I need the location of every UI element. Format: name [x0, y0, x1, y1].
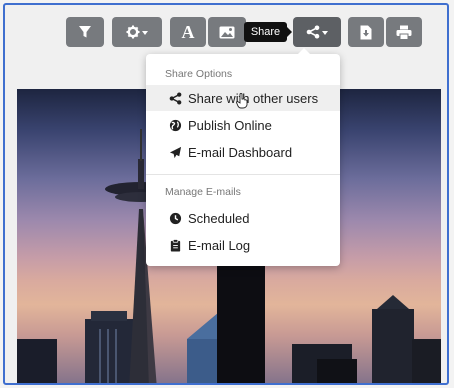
menu-item-label: Publish Online: [188, 117, 272, 133]
globe-icon: [168, 118, 182, 132]
menu-item-publish-online[interactable]: Publish Online: [146, 112, 340, 138]
settings-button[interactable]: [112, 17, 162, 47]
gear-icon: [126, 25, 140, 39]
clock-icon: [168, 211, 182, 225]
image-icon: [219, 26, 235, 38]
share-tooltip-text: Share: [250, 26, 281, 38]
share-options-header: Share Options: [165, 68, 233, 80]
printer-icon: [396, 25, 412, 40]
menu-item-email-dashboard[interactable]: E-mail Dashboard: [146, 139, 340, 165]
text-button[interactable]: A: [170, 17, 206, 47]
menu-item-label: E-mail Log: [188, 237, 251, 253]
text-button-label: A: [181, 21, 195, 42]
clipboard-icon: [168, 238, 182, 252]
dropdown-caret: [142, 31, 148, 35]
toolbar: A Share: [0, 0, 454, 60]
filter-button[interactable]: [66, 17, 104, 47]
paper-plane-icon: [168, 145, 182, 159]
menu-item-label: Scheduled: [188, 210, 250, 226]
image-button[interactable]: [208, 17, 246, 47]
export-button[interactable]: [348, 17, 384, 47]
filter-icon: [79, 26, 91, 38]
share-tooltip: Share: [244, 22, 292, 42]
menu-item-email-log[interactable]: E-mail Log: [146, 232, 340, 258]
dropdown-caret: [322, 31, 328, 35]
menu-item-label: Share with other users: [188, 90, 319, 106]
menu-item-label: E-mail Dashboard: [188, 144, 293, 160]
print-button[interactable]: [386, 17, 422, 47]
share-icon: [168, 91, 182, 105]
file-download-icon: [360, 25, 372, 39]
share-button[interactable]: [293, 17, 341, 47]
manage-emails-header: Manage E-mails: [165, 186, 241, 198]
hand-pointer-cursor: [236, 93, 248, 114]
menu-item-scheduled[interactable]: Scheduled: [146, 205, 340, 231]
share-dropdown-menu: Share Options Share with other users Pub…: [146, 48, 340, 266]
menu-divider: [146, 174, 340, 175]
share-icon: [306, 25, 320, 39]
